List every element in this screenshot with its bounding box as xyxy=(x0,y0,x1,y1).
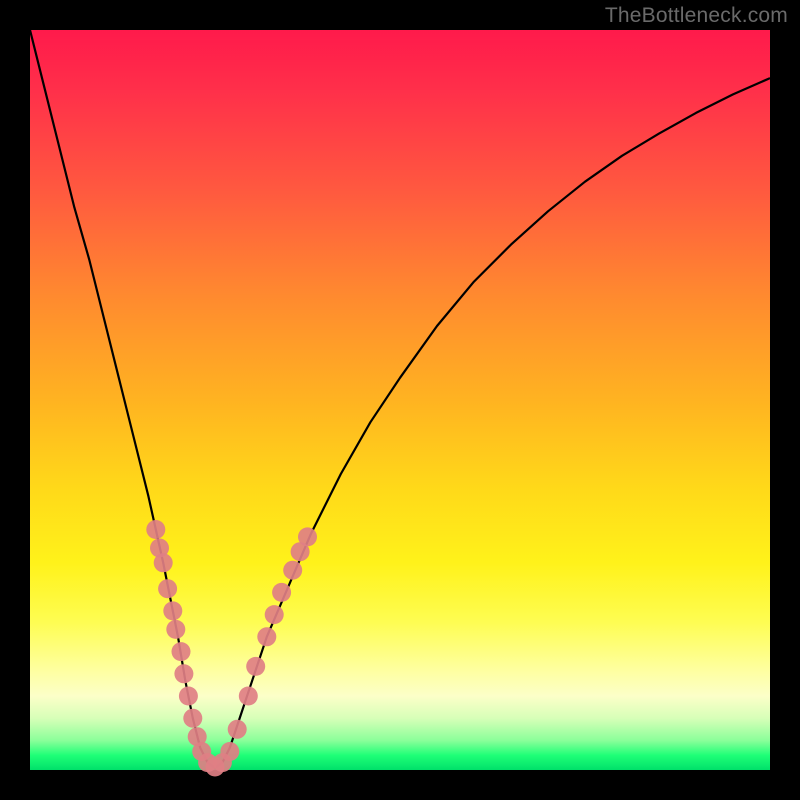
chart-svg xyxy=(0,0,800,800)
sample-marker xyxy=(163,601,182,620)
sample-marker xyxy=(246,657,265,676)
sample-marker xyxy=(154,553,173,572)
sample-marker xyxy=(172,642,191,661)
sample-marker xyxy=(183,709,202,728)
sample-marker xyxy=(174,664,193,683)
sample-marker xyxy=(283,561,302,580)
sample-marker xyxy=(257,627,276,646)
outer-frame: TheBottleneck.com xyxy=(0,0,800,800)
sample-marker xyxy=(298,527,317,546)
sample-marker xyxy=(158,579,177,598)
sample-marker xyxy=(272,583,291,602)
sample-marker xyxy=(228,720,247,739)
sample-marker xyxy=(179,687,198,706)
sample-marker xyxy=(220,742,239,761)
sample-marker xyxy=(166,620,185,639)
sample-marker xyxy=(146,520,165,539)
sample-marker xyxy=(265,605,284,624)
bottleneck-curve xyxy=(30,30,770,768)
sample-marker xyxy=(239,687,258,706)
